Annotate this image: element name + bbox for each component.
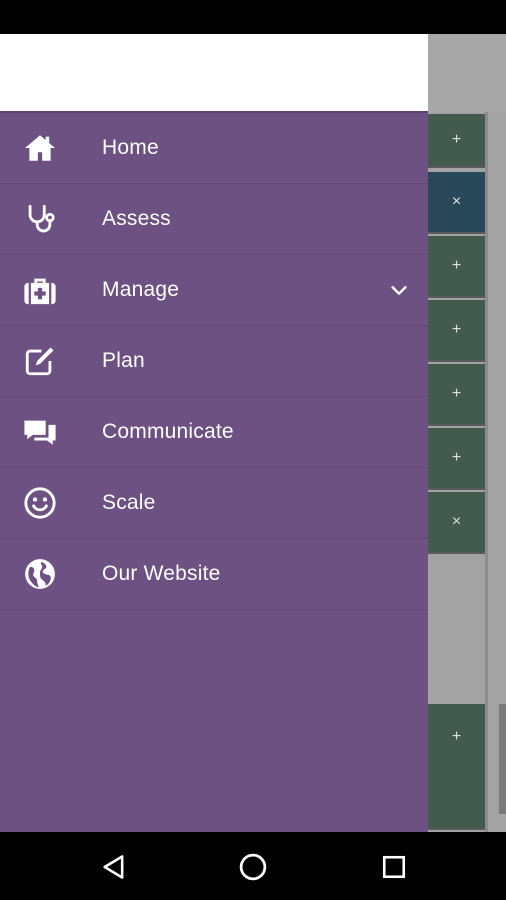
menu-item-manage[interactable]: Manage bbox=[0, 255, 428, 326]
drawer-menu: Home Assess Manage Plan Communicate Scal… bbox=[0, 113, 428, 610]
stethoscope-icon bbox=[22, 201, 58, 237]
menu-item-label: Scale bbox=[102, 491, 156, 514]
home-circle-icon[interactable] bbox=[236, 850, 270, 884]
status-bar bbox=[0, 0, 506, 34]
background-row-button[interactable]: × bbox=[428, 492, 485, 554]
medkit-icon bbox=[22, 272, 58, 308]
menu-item-our-website[interactable]: Our Website bbox=[0, 539, 428, 610]
background-row-button[interactable]: + bbox=[428, 300, 485, 362]
menu-item-label: Manage bbox=[102, 278, 180, 301]
background-row-button[interactable]: + bbox=[428, 364, 485, 426]
background-row-button[interactable]: + bbox=[428, 236, 485, 298]
menu-item-assess[interactable]: Assess bbox=[0, 184, 428, 255]
chat-icon bbox=[22, 414, 58, 450]
background-row-button[interactable]: × bbox=[428, 172, 485, 234]
background-row-button[interactable]: + bbox=[428, 704, 485, 830]
menu-item-label: Our Website bbox=[102, 562, 221, 585]
menu-item-home[interactable]: Home bbox=[0, 113, 428, 184]
chevron-down-icon[interactable] bbox=[388, 279, 410, 301]
drawer-header bbox=[0, 34, 428, 113]
menu-item-label: Communicate bbox=[102, 420, 234, 443]
back-icon[interactable] bbox=[97, 850, 131, 884]
smile-icon bbox=[22, 485, 58, 521]
globe-icon bbox=[22, 556, 58, 592]
menu-item-label: Home bbox=[102, 136, 159, 159]
menu-item-label: Assess bbox=[102, 207, 171, 230]
background-row-button[interactable]: + bbox=[428, 114, 485, 168]
home-icon bbox=[22, 130, 58, 166]
menu-item-scale[interactable]: Scale bbox=[0, 468, 428, 539]
menu-item-plan[interactable]: Plan bbox=[0, 326, 428, 397]
scrollbar[interactable] bbox=[499, 704, 506, 814]
menu-item-label: Plan bbox=[102, 349, 145, 372]
navigation-drawer: Home Assess Manage Plan Communicate Scal… bbox=[0, 34, 428, 832]
background-divider bbox=[485, 112, 488, 832]
system-navigation-bar bbox=[0, 832, 506, 900]
edit-icon bbox=[22, 343, 58, 379]
background-row-button[interactable]: + bbox=[428, 428, 485, 490]
menu-item-communicate[interactable]: Communicate bbox=[0, 397, 428, 468]
recents-icon[interactable] bbox=[377, 850, 411, 884]
